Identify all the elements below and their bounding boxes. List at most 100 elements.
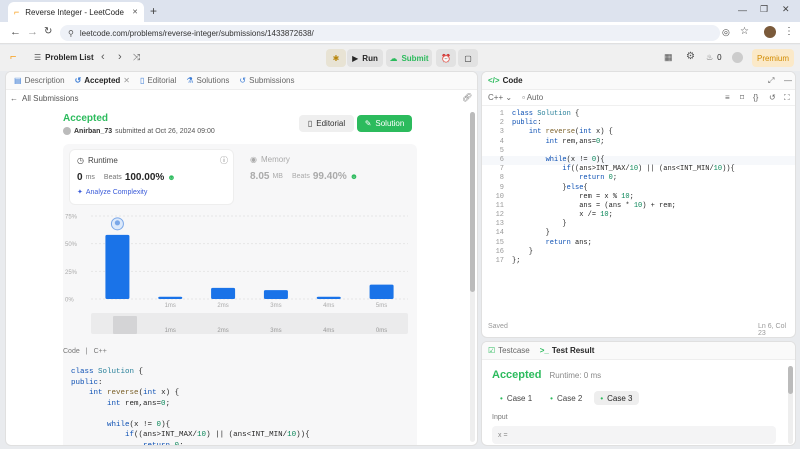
braces-icon[interactable]: {} — [753, 93, 758, 102]
leetcode-logo-icon[interactable]: ⌐ — [10, 51, 16, 63]
minimap-label: 4ms — [323, 328, 334, 334]
language-select[interactable]: C++ ⌄ — [488, 93, 512, 102]
window-minimize-button[interactable]: — — [738, 5, 747, 15]
window-close-button[interactable]: ✕ — [782, 4, 790, 15]
editor-title[interactable]: </> Code — [488, 76, 523, 85]
forward-arrow-icon[interactable]: → — [27, 26, 38, 38]
editor-line[interactable]: 4 int rem,ans=0; — [482, 138, 795, 147]
maximize-icon[interactable]: ⤢ — [768, 76, 774, 86]
chart-bar[interactable] — [105, 234, 130, 299]
info-icon[interactable]: ⓘ — [220, 155, 228, 166]
back-arrow-icon[interactable]: ← — [10, 26, 21, 38]
code-editor[interactable]: 1 class Solution {2 public: 3 int reverse(i… — [482, 110, 795, 270]
address-bar[interactable]: ⚲ leetcode.com/problems/reverse-integer/… — [60, 25, 720, 41]
new-tab-button[interactable]: + — [150, 4, 157, 18]
chart-bar[interactable] — [158, 296, 183, 299]
window-maximize-button[interactable]: ❐ — [760, 4, 768, 15]
editor-line[interactable]: 9 }else{ — [482, 184, 795, 193]
runtime-unit: ms — [85, 174, 95, 181]
share-link-icon[interactable]: 🔗︎ — [462, 93, 472, 102]
editor-line[interactable]: 16 } — [482, 248, 795, 257]
tab-testcase[interactable]: ☑ Testcase — [488, 346, 530, 355]
url-text[interactable]: leetcode.com/problems/reverse-integer/su… — [80, 29, 314, 38]
tab-editorial[interactable]: ▯ Editorial — [140, 76, 176, 85]
editor-line[interactable]: 1 class Solution { — [482, 110, 795, 119]
editor-line[interactable]: 3 int reverse(int x) { — [482, 128, 795, 137]
auto-mode[interactable]: ▫ Auto — [522, 93, 543, 102]
debug-button[interactable]: ✱ — [326, 49, 346, 67]
memory-card[interactable]: ◉ Memory 8.05 MB Beats 99.40% ☻ — [246, 149, 411, 205]
editor-line[interactable]: 17}; — [482, 257, 795, 266]
line-number: 8 — [499, 174, 504, 183]
analyze-complexity-link[interactable]: ✦ Analyze Complexity — [77, 188, 147, 197]
collapse-icon[interactable]: — — [784, 76, 792, 85]
submitted-code-block[interactable]: class Solution {public: int reverse(int … — [63, 361, 417, 445]
tab-description[interactable]: ▤ Description — [14, 76, 65, 85]
chart-bar[interactable] — [369, 284, 394, 299]
all-submissions-link[interactable]: ← All Submissions — [10, 94, 78, 103]
fullscreen-icon[interactable]: ⛶ — [784, 93, 790, 103]
tab-test-result[interactable]: >_ Test Result — [540, 346, 595, 355]
editor-line[interactable]: 12 x /= 10; — [482, 211, 795, 220]
editor-line[interactable]: 13 } — [482, 220, 795, 229]
chart-bar[interactable] — [263, 290, 288, 299]
timer-button[interactable]: ⏰ — [436, 49, 456, 67]
editor-line[interactable]: 8 return 0; — [482, 174, 795, 183]
left-scrollbar-thumb[interactable] — [470, 112, 475, 292]
left-scrollbar[interactable] — [470, 112, 475, 442]
editor-tabbar: </> Code — [482, 72, 795, 90]
editor-line[interactable]: 5 — [482, 147, 795, 156]
bookmark-icon[interactable]: ⌑ — [740, 93, 744, 102]
run-button[interactable]: ▶ Run — [347, 49, 383, 67]
browser-tab[interactable]: ⌐ Reverse Integer - LeetCode ✕ — [8, 2, 144, 22]
close-tab-icon[interactable]: ✕ — [123, 76, 130, 85]
next-problem-icon[interactable]: › — [118, 51, 122, 63]
chart-bar[interactable] — [211, 287, 236, 299]
memory-header: ◉ Memory — [250, 155, 290, 164]
editor-line[interactable]: 10 rem = x % 10; — [482, 193, 795, 202]
tab-submissions[interactable]: ↺ Submissions — [239, 76, 294, 85]
runtime-card[interactable]: ◷ Runtime ⓘ 0 ms Beats 100.00% ☻ ✦ Analy… — [69, 149, 234, 205]
tab-accepted[interactable]: ↺ Accepted ✕ — [75, 76, 130, 85]
site-info-icon[interactable]: ⚲ — [68, 29, 74, 38]
format-icon[interactable]: ≡ — [725, 93, 730, 102]
premium-button[interactable]: Premium — [752, 49, 794, 67]
problem-list-button[interactable]: ☰ Problem List — [34, 53, 94, 62]
result-scrollbar[interactable] — [788, 366, 793, 444]
editor-line[interactable]: 11 ans = (ans * 10) + rem; — [482, 202, 795, 211]
tab-solutions[interactable]: ⚗ Solutions — [186, 76, 229, 85]
reload-icon[interactable]: ↻ — [44, 26, 52, 37]
editor-line[interactable]: 15 return ans; — [482, 239, 795, 248]
eye-off-icon[interactable]: ◎ — [722, 27, 730, 38]
settings-gear-icon[interactable]: ⚙ — [686, 51, 695, 62]
solution-button[interactable]: ✎ Solution — [357, 115, 412, 132]
submission-user[interactable]: Anirban_73 — [74, 128, 112, 135]
streak-counter[interactable]: ♨ 0 — [706, 53, 722, 62]
tab-close-icon[interactable]: ✕ — [132, 8, 138, 16]
chart-bar[interactable] — [316, 296, 341, 299]
case-tab-3[interactable]: • Case 3 — [594, 391, 639, 405]
editor-line[interactable]: 14 } — [482, 229, 795, 238]
editor-line[interactable]: 6 while(x != 0){ — [482, 155, 795, 166]
case-tab-1[interactable]: • Case 1 — [494, 391, 538, 405]
tab-accepted-label: Accepted — [84, 76, 121, 85]
layout-icon[interactable]: ▦ — [664, 52, 673, 63]
reset-icon[interactable]: ↺ — [769, 93, 776, 102]
browser-menu-icon[interactable]: ⋮ — [784, 26, 794, 37]
notes-button[interactable]: ▢ — [458, 49, 478, 67]
result-scrollbar-thumb[interactable] — [788, 366, 793, 394]
prev-problem-icon[interactable]: ‹ — [101, 51, 105, 63]
memory-value: 8.05 — [250, 171, 270, 182]
editor-line-text — [504, 147, 512, 156]
user-avatar[interactable] — [732, 52, 743, 63]
editorial-button[interactable]: ▯ Editorial — [299, 115, 354, 132]
bookmark-star-icon[interactable]: ☆ — [740, 26, 749, 37]
shuffle-icon[interactable]: ⤨ — [133, 52, 140, 63]
submitted-code-line: class Solution { — [71, 368, 144, 376]
editor-line[interactable]: 2 public: — [482, 119, 795, 128]
input-box[interactable]: x = — [492, 426, 776, 444]
submit-button[interactable]: ☁ Submit — [386, 49, 432, 67]
case-tab-2[interactable]: • Case 2 — [544, 391, 588, 405]
editor-line[interactable]: 7 if((ans>INT_MAX/10) || (ans<INT_MIN/10… — [482, 165, 795, 174]
profile-avatar[interactable] — [764, 26, 776, 38]
